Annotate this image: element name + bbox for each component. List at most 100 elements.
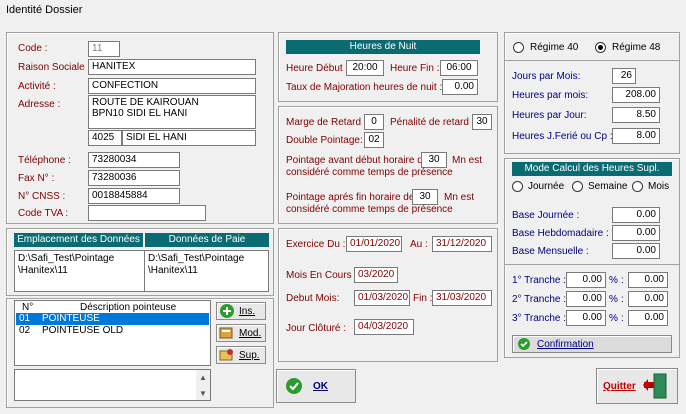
check-icon <box>286 378 302 394</box>
journee-label[interactable]: Journée <box>528 181 564 192</box>
penalite-field[interactable]: 30 <box>472 114 492 130</box>
ins-label: Ins. <box>239 305 256 317</box>
journee-radio[interactable] <box>512 181 523 192</box>
apres-label1: Pointage aprés fin horaire de <box>286 192 415 203</box>
postal-code-field[interactable]: 4025 <box>88 130 122 146</box>
adresse-field[interactable]: ROUTE DE KAIROUAN BPN10 SIDI EL HANI <box>88 95 256 129</box>
city-field[interactable]: SIDI EL HANI <box>122 130 256 146</box>
exercice-du-field[interactable]: 01/01/2020 <box>346 236 402 252</box>
fax-field[interactable]: 73280036 <box>88 170 180 186</box>
nuit-debut-field[interactable]: 20:00 <box>346 60 384 76</box>
delete-icon <box>219 349 233 361</box>
supl-header: Mode Calcul des Heures Supl. <box>512 162 672 176</box>
t1-label: 1° Tranche : <box>512 275 567 286</box>
nuit-taux-field[interactable]: 0.00 <box>442 79 478 95</box>
regime40-label[interactable]: Régime 40 <box>530 42 578 53</box>
emplacement-line2: \Hanitex\11 <box>18 265 68 276</box>
regime40-radio[interactable] <box>513 42 524 53</box>
paie-path[interactable]: D:\Safi_Test\Pointage \Hanitex\11 <box>148 253 244 277</box>
adresse-line1: ROUTE DE KAIROUAN <box>92 97 199 108</box>
t3-label: 3° Tranche : <box>512 313 567 324</box>
mois-radio[interactable] <box>632 181 643 192</box>
mod-button[interactable]: Mod. <box>216 324 266 342</box>
nuit-fin-label: Heure Fin : <box>390 63 440 74</box>
col-num-header: N° <box>22 302 34 313</box>
double-label: Double Pointage: <box>286 135 363 146</box>
paie-line1: D:\Safi_Test\Pointage <box>148 253 245 264</box>
hferie-field[interactable]: 8.00 <box>612 128 660 144</box>
t1-pct: % <box>609 275 618 286</box>
code-label: Code : <box>18 43 48 54</box>
fax-label: Fax N° : <box>18 173 55 184</box>
emplacement-line1: D:\Safi_Test\Pointage <box>18 253 115 264</box>
paie-header: Données de Paie <box>145 233 269 247</box>
debut-mois-label: Debut Mois: <box>286 293 340 304</box>
raison-field[interactable]: HANITEX <box>88 59 256 75</box>
row2-desc[interactable]: POINTEUSE OLD <box>42 325 123 336</box>
t1-b-field[interactable]: 0.00 <box>628 272 668 288</box>
t2-b-field[interactable]: 0.00 <box>628 291 668 307</box>
apres-field[interactable]: 30 <box>412 189 438 205</box>
pointeuse-detail-box[interactable] <box>14 369 211 401</box>
t3-b-field[interactable]: 0.00 <box>628 310 668 326</box>
scroll-down-icon[interactable]: ▼ <box>196 386 210 400</box>
semaine-label[interactable]: Semaine <box>588 181 627 192</box>
nuit-fin-field[interactable]: 06:00 <box>440 60 478 76</box>
regime48-radio[interactable] <box>595 42 606 53</box>
nuit-taux-label: Taux de Majoration heures de nuit : <box>286 82 443 93</box>
base-j-field[interactable]: 0.00 <box>612 207 660 223</box>
double-field[interactable]: 02 <box>364 132 384 148</box>
hmois-field[interactable]: 208.00 <box>612 87 660 103</box>
t1-a-field[interactable]: 0.00 <box>566 272 606 288</box>
scroll-up-icon[interactable]: ▲ <box>196 370 210 384</box>
raison-label: Raison Sociale : <box>18 62 91 73</box>
avant-label1: Pointage avant début horaire de <box>286 155 429 166</box>
jours-field[interactable]: 26 <box>612 68 636 84</box>
mois-field[interactable]: 03/2020 <box>354 267 398 283</box>
confirmation-button[interactable]: Confirmation <box>512 335 672 353</box>
base-h-field[interactable]: 0.00 <box>612 225 660 241</box>
cnss-label: N° CNSS : <box>18 191 66 202</box>
col-desc-header: Déscription pointeuse <box>80 302 177 313</box>
t2-pct: % <box>609 294 618 305</box>
sup-button[interactable]: Sup. <box>216 346 266 364</box>
row1-num[interactable]: 01 <box>19 313 30 324</box>
regime48-label[interactable]: Régime 48 <box>612 42 660 53</box>
avant-label2: considéré comme temps de présence <box>286 167 453 178</box>
avant-field[interactable]: 30 <box>421 152 447 168</box>
debut-mois-field[interactable]: 01/03/2020 <box>354 290 410 306</box>
tva-label: Code TVA : <box>18 208 69 219</box>
t3-a-field[interactable]: 0.00 <box>566 310 606 326</box>
fin-mois-field[interactable]: 31/03/2020 <box>432 290 492 306</box>
emplacement-path[interactable]: D:\Safi_Test\Pointage \Hanitex\11 <box>18 253 114 277</box>
base-m-label: Base Mensuelle : <box>512 246 589 257</box>
hjour-field[interactable]: 8.50 <box>612 107 660 123</box>
marge-label: Marge de Retard : <box>286 117 367 128</box>
ok-button[interactable]: OK <box>276 369 356 403</box>
add-icon <box>220 304 234 318</box>
tva-field[interactable] <box>88 205 206 221</box>
row1-desc[interactable]: POINTEUSE <box>42 313 100 324</box>
supl-divider <box>504 264 680 265</box>
code-field[interactable]: 11 <box>88 41 120 57</box>
apres-unit: Mn est <box>444 192 475 203</box>
telephone-field[interactable]: 73280034 <box>88 152 180 168</box>
mois-radio-label[interactable]: Mois <box>648 181 669 192</box>
activite-field[interactable]: CONFECTION <box>88 78 256 94</box>
cnss-field[interactable]: 0018845884 <box>88 188 180 204</box>
base-m-field[interactable]: 0.00 <box>612 243 660 259</box>
ins-button[interactable]: Ins. <box>216 302 266 320</box>
row2-num[interactable]: 02 <box>19 325 30 336</box>
sup-label: Sup. <box>239 349 260 361</box>
cloture-field[interactable]: 04/03/2020 <box>354 319 414 335</box>
semaine-radio[interactable] <box>572 181 583 192</box>
check-icon <box>518 338 530 350</box>
adresse-line2: BPN10 SIDI EL HANI <box>92 108 188 119</box>
quit-button[interactable]: Quitter <box>596 368 678 404</box>
nuit-header: Heures de Nuit <box>286 40 480 54</box>
adresse-label: Adresse : <box>18 99 61 110</box>
mod-label: Mod. <box>239 327 262 339</box>
t2-a-field[interactable]: 0.00 <box>566 291 606 307</box>
exercice-au-field[interactable]: 31/12/2020 <box>432 236 492 252</box>
marge-field[interactable]: 0 <box>364 114 384 130</box>
